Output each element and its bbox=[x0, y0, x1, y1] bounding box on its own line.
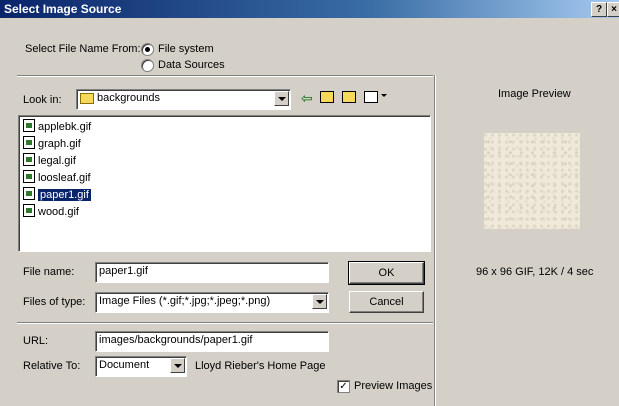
close-button[interactable]: × bbox=[607, 2, 619, 17]
image-preview bbox=[484, 133, 580, 229]
file-list[interactable]: applebk.gif graph.gif legal.gif loosleaf… bbox=[18, 115, 431, 252]
relative-to-value: Document bbox=[99, 359, 150, 371]
top-separator bbox=[17, 75, 433, 77]
chevron-down-icon bbox=[381, 94, 387, 97]
files-of-type-dropdown-button[interactable] bbox=[312, 294, 327, 309]
gif-file-icon bbox=[23, 204, 35, 217]
data-sources-label: Data Sources bbox=[158, 59, 225, 71]
source-label: Select File Name From: bbox=[25, 43, 141, 55]
file-system-label: File system bbox=[158, 43, 214, 55]
gif-file-icon bbox=[23, 187, 35, 200]
files-of-type-label: Files of type: bbox=[23, 296, 86, 308]
bottom-separator bbox=[17, 322, 433, 324]
cancel-button[interactable]: Cancel bbox=[349, 291, 424, 313]
url-input[interactable]: images/backgrounds/paper1.gif bbox=[95, 331, 329, 352]
files-of-type-value: Image Files (*.gif;*.jpg;*.jpeg;*.png) bbox=[99, 295, 271, 307]
file-name-value: paper1.gif bbox=[99, 265, 148, 277]
look-in-dropdown-button[interactable] bbox=[274, 91, 289, 106]
ok-button[interactable]: OK bbox=[348, 261, 425, 285]
relative-to-label: Relative To: bbox=[23, 360, 81, 372]
relative-to-dropdown-button[interactable] bbox=[170, 358, 185, 373]
file-item-legal[interactable]: legal.gif bbox=[23, 153, 76, 169]
gif-file-icon bbox=[23, 119, 35, 132]
file-item-graph[interactable]: graph.gif bbox=[23, 136, 81, 152]
dialog-title: Select Image Source bbox=[4, 2, 122, 16]
file-name-input[interactable]: paper1.gif bbox=[95, 262, 329, 283]
preview-images-checkbox[interactable]: ✓ bbox=[337, 380, 350, 393]
look-in-combo[interactable]: backgrounds bbox=[76, 89, 291, 110]
look-in-value: backgrounds bbox=[97, 92, 160, 104]
relative-page-name: Lloyd Rieber's Home Page bbox=[195, 360, 326, 372]
image-preview-title: Image Preview bbox=[498, 88, 571, 100]
url-value: images/backgrounds/paper1.gif bbox=[99, 334, 253, 346]
title-bar: Select Image Source ? × bbox=[0, 0, 619, 18]
new-folder-icon[interactable] bbox=[342, 91, 356, 103]
folder-icon bbox=[80, 93, 94, 104]
view-menu-icon[interactable] bbox=[364, 91, 378, 103]
back-icon[interactable]: ⇦ bbox=[301, 90, 313, 107]
url-label: URL: bbox=[23, 335, 49, 347]
select-image-source-dialog: Select Image Source ? × Select File Name… bbox=[0, 0, 619, 406]
file-item-loosleaf[interactable]: loosleaf.gif bbox=[23, 170, 91, 186]
look-in-label: Look in: bbox=[23, 94, 62, 106]
help-button[interactable]: ? bbox=[591, 2, 607, 17]
files-of-type-select[interactable]: Image Files (*.gif;*.jpg;*.jpeg;*.png) bbox=[95, 292, 329, 313]
file-item-wood[interactable]: wood.gif bbox=[23, 204, 79, 220]
file-system-radio[interactable] bbox=[141, 43, 154, 56]
file-item-paper1-selected[interactable]: paper1.gif bbox=[23, 187, 91, 203]
up-folder-icon[interactable] bbox=[320, 91, 334, 103]
gif-file-icon bbox=[23, 153, 35, 166]
data-sources-radio[interactable] bbox=[141, 59, 154, 72]
gif-file-icon bbox=[23, 136, 35, 149]
gif-file-icon bbox=[23, 170, 35, 183]
image-info: 96 x 96 GIF, 12K / 4 sec bbox=[476, 266, 594, 278]
preview-divider bbox=[434, 75, 436, 406]
file-name-label: File name: bbox=[23, 266, 75, 278]
preview-images-label: Preview Images bbox=[354, 380, 433, 392]
relative-to-select[interactable]: Document bbox=[95, 356, 187, 377]
file-item-applebk[interactable]: applebk.gif bbox=[23, 119, 91, 135]
